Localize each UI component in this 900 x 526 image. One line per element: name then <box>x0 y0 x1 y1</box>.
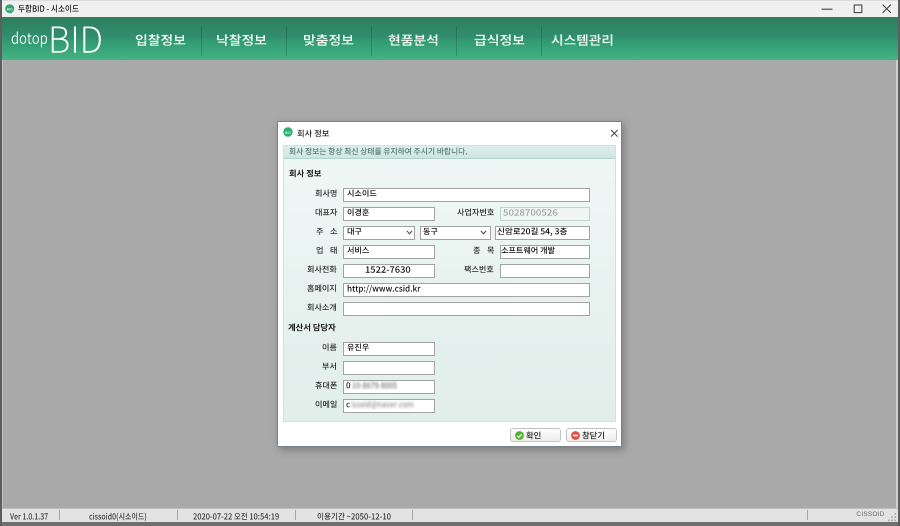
svg-text:BID: BID <box>285 131 291 135</box>
svg-text:BID: BID <box>7 7 13 11</box>
